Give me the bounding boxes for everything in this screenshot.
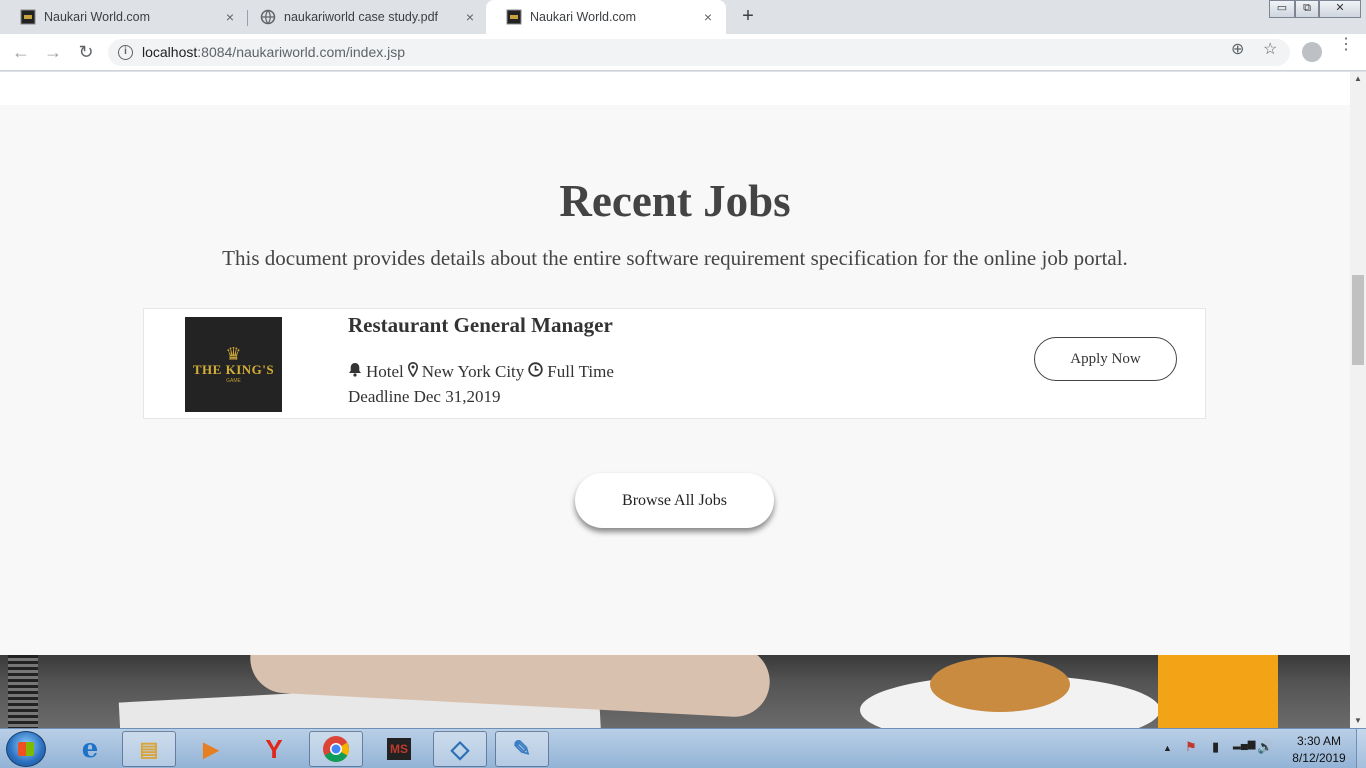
browse-all-jobs-button[interactable]: Browse All Jobs [575,473,774,528]
company-logo[interactable]: ♛ THE KING'S GAME [185,317,282,412]
ms-office-icon[interactable]: MS [372,731,426,767]
windows-logo-icon [18,742,34,756]
kings-logo-favicon-icon [20,9,36,25]
bookmark-star-icon[interactable]: ☆ [1263,39,1277,59]
tab-title: naukariworld case study.pdf [284,10,439,24]
map-marker-icon [407,361,418,382]
globe-icon [260,9,276,25]
kings-logo-favicon-icon [506,9,522,25]
bell-icon [348,362,362,382]
scroll-down-arrow-icon[interactable]: ▼ [1350,714,1366,728]
clock-icon [528,362,543,382]
croissant [930,657,1070,712]
section-title: Recent Jobs [559,176,791,226]
tray-expand-icon[interactable]: ▲ [1163,743,1172,753]
yandex-browser-icon[interactable]: Y [247,731,301,767]
show-desktop-button[interactable] [1356,729,1366,768]
reload-button[interactable]: ↻ [75,41,97,63]
minimize-button[interactable]: ▭ [1269,0,1295,18]
paint-icon[interactable]: ✎ [495,731,549,767]
chrome-icon[interactable] [309,731,363,767]
tab-close-icon[interactable]: × [700,9,716,25]
job-location: New York City [421,362,525,381]
media-glyph: ▶ [203,738,219,761]
tab-case-study-pdf[interactable]: naukariworld case study.pdf × [240,0,488,34]
tab-close-icon[interactable]: × [462,9,478,25]
notebook-coil [8,655,38,728]
url-text[interactable]: localhost:8084/naukariworld.com/index.js… [142,44,405,60]
forward-button[interactable]: → [42,41,64,63]
tab-title: Naukari World.com [44,10,151,24]
close-window-button[interactable]: ✕ [1319,0,1361,18]
internet-explorer-icon[interactable]: e [63,731,117,767]
yandex-glyph: Y [265,733,283,764]
profile-avatar-icon[interactable] [1302,42,1322,62]
url-path: :8084/naukariworld.com/index.jsp [197,44,406,60]
url-host: localhost [142,44,198,60]
scroll-thumb[interactable] [1352,275,1364,365]
job-meta: Hotel New York City Full Time [348,361,618,382]
tab-naukari-active[interactable]: Naukari World.com × [486,0,726,34]
media-player-icon[interactable]: ▶ [184,731,238,767]
clock-time[interactable]: 3:30 AM [1288,734,1350,748]
logo-text: THE KING'S [192,361,275,377]
back-button[interactable]: ← [10,41,32,63]
volume-icon[interactable]: 🔊 [1257,739,1273,755]
tab-close-icon[interactable]: × [222,9,238,25]
network-signal-icon[interactable]: ▂▄▆ [1233,739,1255,750]
crown-icon: ♛ [225,343,242,364]
start-button[interactable] [6,731,46,767]
windows-taskbar: e ▤ ▶ Y MS ◇ ✎ ▲ ⚑ ▮ ▂▄▆ 🔊 3:30 AM 8/12/… [0,728,1366,768]
page-viewport: Recent Jobs This document provides detai… [0,72,1350,728]
job-title[interactable]: Restaurant General Manager [348,313,613,338]
ms-glyph: MS [387,738,411,760]
action-center-flag-icon[interactable]: ⚑ [1185,739,1197,755]
new-tab-button[interactable]: + [736,4,760,28]
job-deadline: Deadline Dec 31,2019 [348,387,501,406]
job-type: Full Time [547,362,614,381]
job-category: Hotel [366,362,404,381]
page-scrollbar[interactable]: ▲ ▼ [1350,72,1366,728]
folder-glyph: ▤ [139,738,159,761]
tab-strip: Naukari World.com × naukariworld case st… [0,0,1366,34]
address-bar[interactable]: i localhost:8084/naukariworld.com/index.… [108,39,1290,66]
palette-glyph: ✎ [512,736,532,761]
scroll-up-arrow-icon[interactable]: ▲ [1350,72,1366,86]
battery-icon[interactable]: ▮ [1212,739,1219,755]
ie-glyph: e [81,734,99,764]
header-strip [0,72,1350,105]
file-explorer-icon[interactable]: ▤ [122,731,176,767]
tab-title: Naukari World.com [530,10,637,24]
virtualbox-icon[interactable]: ◇ [433,731,487,767]
juice-glass [1158,655,1278,728]
chrome-logo-icon [323,736,350,763]
logo-subtext: GAME [226,377,241,384]
site-info-icon[interactable]: i [118,45,133,60]
clock-date[interactable]: 8/12/2019 [1284,751,1354,765]
hero-photo-banner [0,655,1350,728]
section-subtitle: This document provides details about the… [222,246,1128,270]
tab-naukari-1[interactable]: Naukari World.com × [0,0,248,34]
job-card: ♛ THE KING'S GAME Restaurant General Man… [143,308,1206,419]
browser-menu-icon[interactable]: ⋮ [1338,37,1354,53]
zoom-icon[interactable]: ⊕ [1231,39,1244,59]
restore-button[interactable]: ⧉ [1295,0,1319,18]
cube-glyph: ◇ [450,735,470,763]
apply-now-button[interactable]: Apply Now [1034,337,1177,381]
browser-toolbar: ← → ↻ i localhost:8084/naukariworld.com/… [0,34,1366,71]
